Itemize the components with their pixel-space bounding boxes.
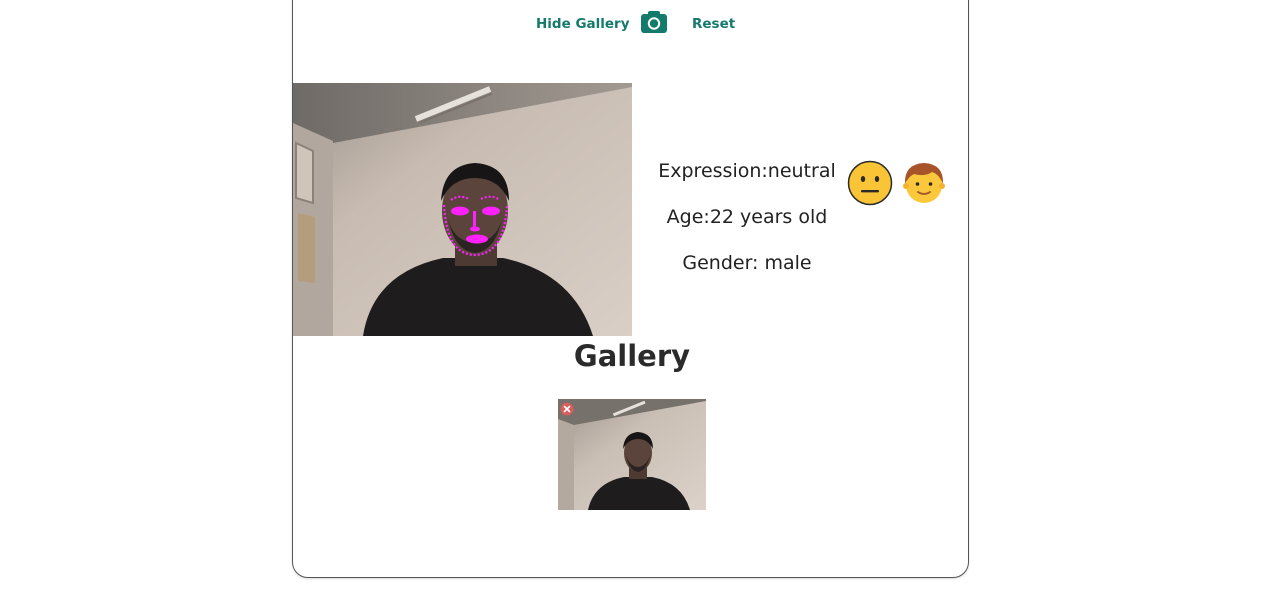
boy-face-icon (901, 160, 947, 206)
remove-photo-button[interactable] (560, 401, 574, 416)
remove-icon (560, 402, 574, 416)
gallery-title: Gallery (573, 339, 691, 373)
capture-button[interactable] (640, 10, 668, 34)
neutral-face-icon (847, 160, 893, 206)
toolbar: Hide Gallery Reset (292, 10, 972, 40)
hide-gallery-button[interactable]: Hide Gallery (536, 16, 630, 32)
camera-icon (641, 11, 667, 33)
gender-text: Gender: male (682, 252, 812, 274)
gallery-item[interactable] (558, 399, 706, 510)
age-text: Age:22 years old (666, 206, 828, 228)
gallery-thumbnail (558, 399, 706, 510)
expression-text: Expression:neutral (658, 160, 836, 182)
reset-button[interactable]: Reset (692, 16, 735, 32)
webcam-image (293, 83, 632, 336)
webcam-feed (293, 83, 632, 336)
